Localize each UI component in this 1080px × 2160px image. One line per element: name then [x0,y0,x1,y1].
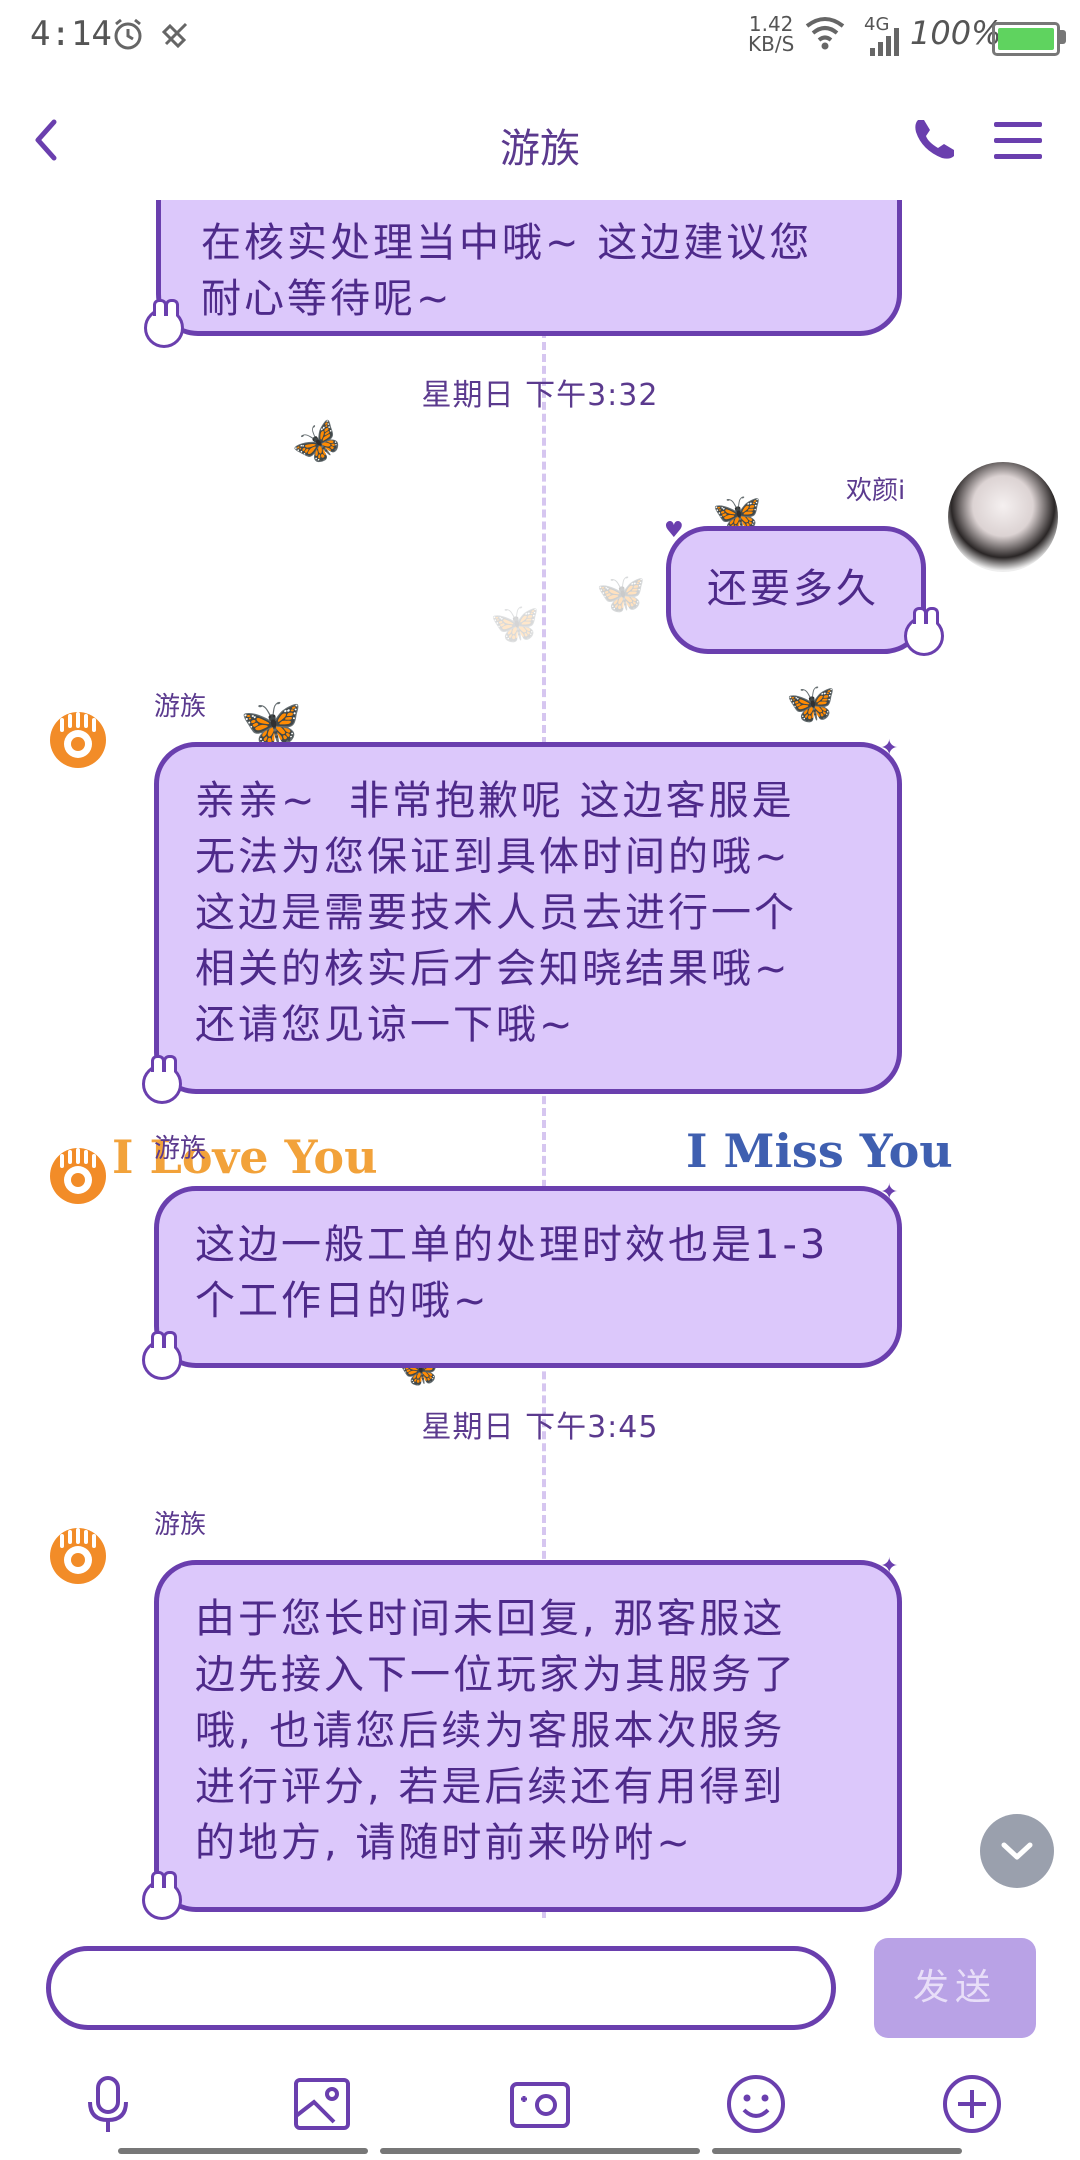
tab-indicator [712,2148,962,2154]
bunny-icon [142,1871,182,1920]
input-bar: 发送 [0,1920,1080,2050]
alarm-icon [114,18,142,50]
cs-message-bubble[interactable]: 在核实处理当中哦~ 这边建议您 耐心等待呢~ [156,200,902,336]
user-name: 欢颜i [846,476,906,506]
bunny-icon [144,299,184,348]
timestamp: 星期日 下午3:45 [421,1410,659,1445]
plus-icon[interactable] [940,2072,1004,2136]
microphone-icon[interactable] [76,2072,140,2136]
net-speed-value: 1.42 [748,12,794,36]
butterfly-icon: 🦋 [490,601,540,647]
battery-tip [1060,30,1066,44]
battery-icon [992,22,1060,56]
message-text: 亲亲~ 非常抱歉呢 这边客服是 无法为您保证到具体时间的哦~ 这边是需要技术人员… [195,778,797,1048]
image-icon[interactable] [290,2072,354,2136]
bunny-icon [142,1055,182,1104]
timestamp: 星期日 下午3:32 [421,378,659,413]
chevron-down-icon [1001,1842,1033,1860]
cs-message-bubble[interactable]: 亲亲~ 非常抱歉呢 这边客服是 无法为您保证到具体时间的哦~ 这边是需要技术人员… [154,742,902,1094]
phone-icon[interactable] [904,110,964,170]
message-text: 还要多久 [707,566,879,612]
butterfly-icon: 🦋 [786,681,836,727]
cs-name: 游族 [154,1510,207,1540]
miss-decoration: I Miss You [686,1124,953,1178]
message-text: 由于您长时间未回复, 那客服这 边先接入下一位玩家为其服务了 哦, 也请您后续为… [195,1596,797,1866]
scroll-to-bottom-button[interactable] [980,1814,1054,1888]
tab-indicator [118,2148,368,2154]
cs-message-bubble[interactable]: 由于您长时间未回复, 那客服这 边先接入下一位玩家为其服务了 哦, 也请您后续为… [154,1560,902,1912]
butterfly-icon: 🦋 [284,411,351,477]
status-time: 4:14 [30,14,112,54]
tab-indicator [380,2148,700,2154]
message-text: 这边一般工单的处理时效也是1-3 个工作日的哦~ [195,1222,829,1324]
cs-message-bubble[interactable]: 这边一般工单的处理时效也是1-3 个工作日的哦~ [154,1186,902,1368]
love-decoration: I Love You [112,1130,378,1184]
emoji-icon[interactable] [724,2072,788,2136]
chat-header: 游族 [0,80,1080,200]
status-bar: 4:14 1.42 KB/S 4G 100% [0,0,1080,80]
cs-avatar[interactable] [48,1526,108,1586]
bunny-icon [142,1331,182,1380]
message-input[interactable] [46,1946,836,2030]
net-speed-unit: KB/S [748,32,795,56]
wifi-icon [805,17,845,50]
star-icon: ✦ [880,1180,899,1205]
cs-name: 游族 [154,692,207,722]
message-text: 在核实处理当中哦~ 这边建议您 耐心等待呢~ [201,220,813,322]
user-message-bubble[interactable]: 还要多久 [666,526,926,654]
battery-percent: 100% [910,14,1002,52]
camera-icon[interactable] [508,2072,572,2136]
do-not-disturb-icon [161,22,188,49]
signal-icon [870,28,899,56]
chat-area[interactable]: 🦋 🦋 🦋 🦋 🦋 🦋 🦋 在核实处理当中哦~ 这边建议您 耐心等待呢~ 星期日… [0,200,1080,1920]
cs-avatar[interactable] [48,710,108,770]
bottom-toolbar [0,2050,1080,2160]
butterfly-icon: 🦋 [596,571,646,617]
star-icon: ✦ [880,736,899,761]
star-icon: ✦ [880,1554,899,1579]
send-button[interactable]: 发送 [874,1938,1036,2038]
bunny-icon [904,607,944,656]
cs-name: 游族 [154,1134,207,1164]
heart-icon: ♥ [664,518,684,543]
user-avatar[interactable] [948,462,1058,572]
menu-icon[interactable] [988,110,1048,170]
cs-avatar[interactable] [48,1146,108,1206]
net-speed: 1.42 KB/S [748,14,794,54]
